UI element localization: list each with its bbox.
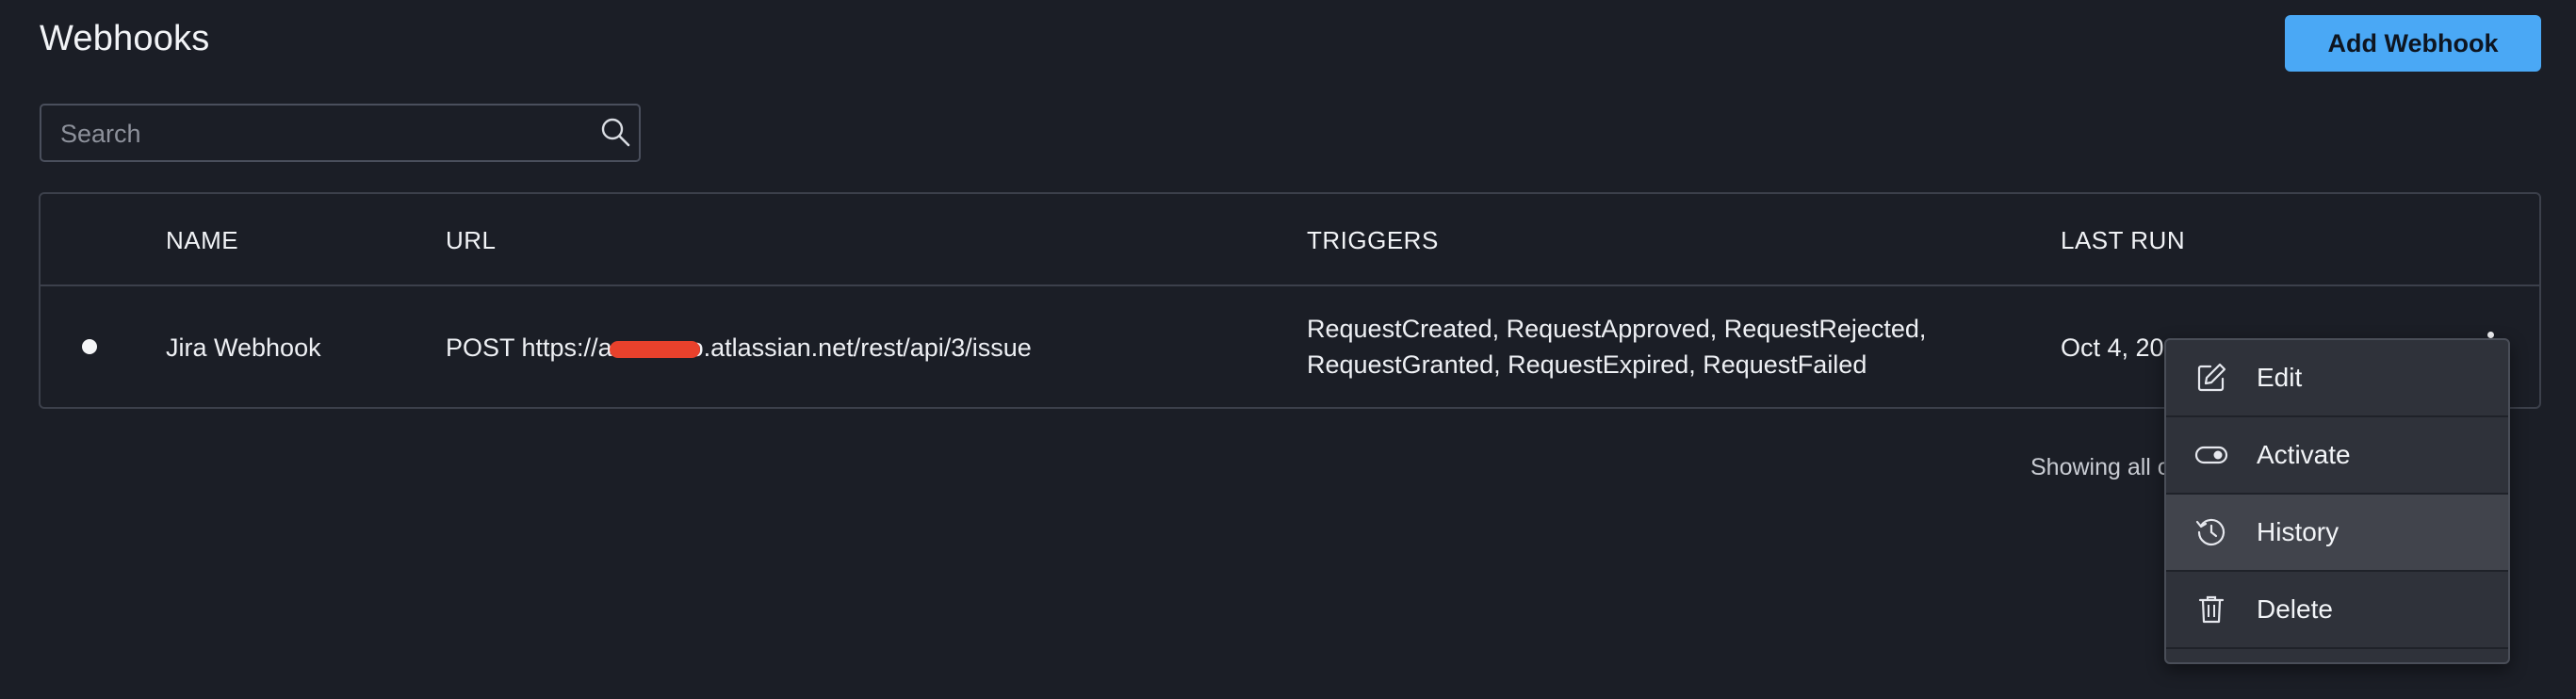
redaction-mark	[610, 341, 700, 358]
column-header-name[interactable]: NAME	[166, 226, 238, 255]
url-prefix: POST https://a	[446, 333, 612, 362]
menu-item-label: History	[2257, 517, 2340, 546]
webhook-url: POST https://a o.atlassian.net/rest/api/3…	[446, 330, 1032, 366]
triggers-line: RequestCreated, RequestApproved, Request…	[1307, 315, 1927, 343]
row-actions-menu: Edit Activate History Delete	[2164, 338, 2510, 664]
menu-item-label: Edit	[2257, 363, 2303, 392]
page-title: Webhooks	[40, 19, 210, 58]
menu-item-delete[interactable]: Delete	[2166, 572, 2508, 649]
webhook-last-run: Oct 4, 20	[2061, 333, 2164, 362]
menu-item-activate[interactable]: Activate	[2166, 417, 2508, 495]
search-input[interactable]	[58, 106, 590, 162]
search-field[interactable]	[40, 104, 641, 162]
add-webhook-button[interactable]: Add Webhook	[2285, 15, 2541, 72]
webhook-name[interactable]: Jira Webhook	[166, 330, 321, 366]
menu-item-history[interactable]: History	[2166, 495, 2508, 572]
webhooks-page: Webhooks Add Webhook NAME URL TRIGGERS L…	[0, 0, 2576, 699]
menu-item-edit[interactable]: Edit	[2166, 340, 2508, 417]
column-header-last-run[interactable]: LAST RUN	[2061, 226, 2185, 255]
toggle-icon	[2194, 446, 2228, 464]
column-header-url[interactable]: URL	[446, 226, 497, 255]
edit-icon	[2197, 363, 2226, 392]
pagination-summary: Showing all c	[2030, 454, 2170, 480]
status-indicator	[82, 339, 97, 354]
trash-icon	[2198, 595, 2225, 624]
table-header: NAME URL TRIGGERS LAST RUN	[41, 194, 2539, 286]
menu-item-label: Activate	[2257, 440, 2351, 469]
url-suffix: o.atlassian.net/rest/api/3/issue	[689, 333, 1032, 362]
webhook-triggers: RequestCreated, RequestApproved, Request…	[1307, 311, 1926, 382]
triggers-line: RequestGranted, RequestExpired, RequestF…	[1307, 350, 1867, 379]
column-header-triggers[interactable]: TRIGGERS	[1307, 226, 1439, 255]
menu-item-label: Delete	[2257, 594, 2333, 624]
search-icon[interactable]	[597, 115, 633, 151]
history-icon	[2195, 518, 2225, 546]
